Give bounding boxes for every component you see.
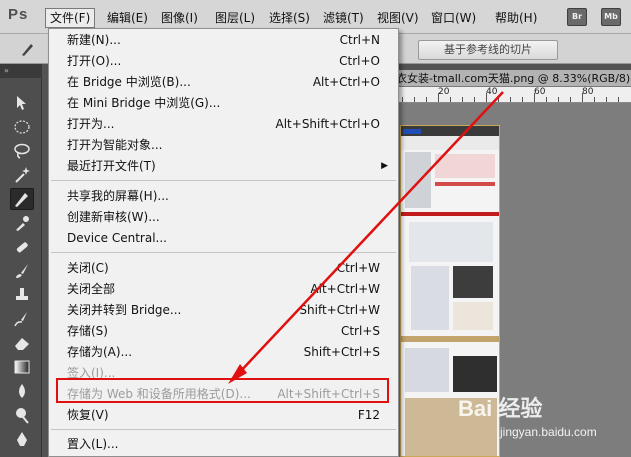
dodge-tool-icon[interactable] bbox=[10, 404, 34, 426]
slice-tool-preset-icon[interactable] bbox=[16, 38, 40, 60]
menu-separator bbox=[51, 429, 396, 430]
slices-from-guides-button[interactable]: 基于参考线的切片 bbox=[418, 40, 558, 60]
gradient-tool-icon[interactable] bbox=[10, 356, 34, 378]
menu-view[interactable]: 视图(V) bbox=[373, 8, 423, 28]
menu-item-revert[interactable]: 恢复(V) F12 bbox=[49, 405, 398, 426]
menu-window[interactable]: 窗口(W) bbox=[427, 8, 480, 28]
magic-wand-tool-icon[interactable] bbox=[10, 164, 34, 186]
menu-separator bbox=[51, 180, 396, 181]
eraser-tool-icon[interactable] bbox=[10, 332, 34, 354]
bridge-button[interactable]: Br bbox=[567, 8, 587, 26]
tools-panel: » bbox=[0, 64, 42, 457]
watermark-url: jingyan.baidu.com bbox=[500, 425, 597, 439]
menu-file[interactable]: 文件(F) bbox=[45, 8, 96, 28]
menu-item-close-and-go-to-bridge[interactable]: 关闭并转到 Bridge... Shift+Ctrl+W bbox=[49, 300, 398, 321]
menu-item-save[interactable]: 存储(S) Ctrl+S bbox=[49, 321, 398, 342]
menu-item-place[interactable]: 置入(L)... bbox=[49, 434, 398, 455]
menu-edit[interactable]: 编辑(E) bbox=[103, 8, 152, 28]
submenu-arrow-icon: ▶ bbox=[381, 161, 388, 171]
annotation-highlight-box bbox=[56, 378, 389, 403]
menu-item-open-as[interactable]: 打开为... Alt+Shift+Ctrl+O bbox=[49, 114, 398, 135]
marquee-tool-icon[interactable] bbox=[10, 116, 34, 138]
mini-bridge-button[interactable]: Mb bbox=[601, 8, 621, 26]
menu-layer[interactable]: 图层(L) bbox=[211, 8, 259, 28]
menu-item-close-all[interactable]: 关闭全部 Alt+Ctrl+W bbox=[49, 279, 398, 300]
move-tool-icon[interactable] bbox=[10, 92, 34, 114]
menu-image[interactable]: 图像(I) bbox=[157, 8, 202, 28]
ruler-label: 60 bbox=[534, 87, 546, 97]
menu-item-browse-in-bridge[interactable]: 在 Bridge 中浏览(B)... Alt+Ctrl+O bbox=[49, 72, 398, 93]
ruler-label: 80 bbox=[582, 87, 594, 97]
photoshop-logo: Ps bbox=[8, 6, 29, 23]
menu-item-open-as-smart-object[interactable]: 打开为智能对象... bbox=[49, 135, 398, 156]
ruler-label: 20 bbox=[438, 87, 450, 97]
menu-separator bbox=[51, 252, 396, 253]
menu-item-device-central[interactable]: Device Central... bbox=[49, 228, 398, 249]
menu-item-save-as[interactable]: 存储为(A)... Shift+Ctrl+S bbox=[49, 342, 398, 363]
watermark-logo: Bai 经验 bbox=[458, 396, 543, 421]
eyedropper-tool-icon[interactable] bbox=[10, 212, 34, 234]
menu-item-open[interactable]: 打开(O)... Ctrl+O bbox=[49, 51, 398, 72]
history-brush-tool-icon[interactable] bbox=[10, 308, 34, 330]
menu-help[interactable]: 帮助(H) bbox=[491, 8, 541, 28]
menu-item-share-my-screen[interactable]: 共享我的屏幕(H)... bbox=[49, 186, 398, 207]
baidu-jingyan-watermark: Bai 经验 jingyan.baidu.com bbox=[458, 391, 628, 451]
healing-brush-tool-icon[interactable] bbox=[10, 236, 34, 258]
menu-select[interactable]: 选择(S) bbox=[265, 8, 314, 28]
blur-tool-icon[interactable] bbox=[10, 380, 34, 402]
clone-stamp-tool-icon[interactable] bbox=[10, 284, 34, 306]
menu-item-close[interactable]: 关闭(C) Ctrl+W bbox=[49, 258, 398, 279]
menu-item-browse-in-mini-bridge[interactable]: 在 Mini Bridge 中浏览(G)... bbox=[49, 93, 398, 114]
tools-panel-header: » bbox=[0, 64, 42, 78]
pen-tool-icon[interactable] bbox=[10, 428, 34, 450]
menu-filter[interactable]: 滤镜(T) bbox=[319, 8, 368, 28]
ruler-label: 40 bbox=[486, 87, 498, 97]
document-tab[interactable]: 衣女装-tmall.com天猫.png @ 8.33%(RGB/8) bbox=[390, 70, 631, 87]
brush-tool-icon[interactable] bbox=[10, 260, 34, 282]
menu-item-create-new-review[interactable]: 创建新审核(W)... bbox=[49, 207, 398, 228]
menu-item-open-recent[interactable]: 最近打开文件(T) ▶ bbox=[49, 156, 398, 177]
menu-item-new[interactable]: 新建(N)... Ctrl+N bbox=[49, 30, 398, 51]
horizontal-ruler: 20 40 60 80 bbox=[390, 87, 631, 103]
lasso-tool-icon[interactable] bbox=[10, 140, 34, 162]
slice-tool-icon[interactable] bbox=[10, 188, 34, 210]
